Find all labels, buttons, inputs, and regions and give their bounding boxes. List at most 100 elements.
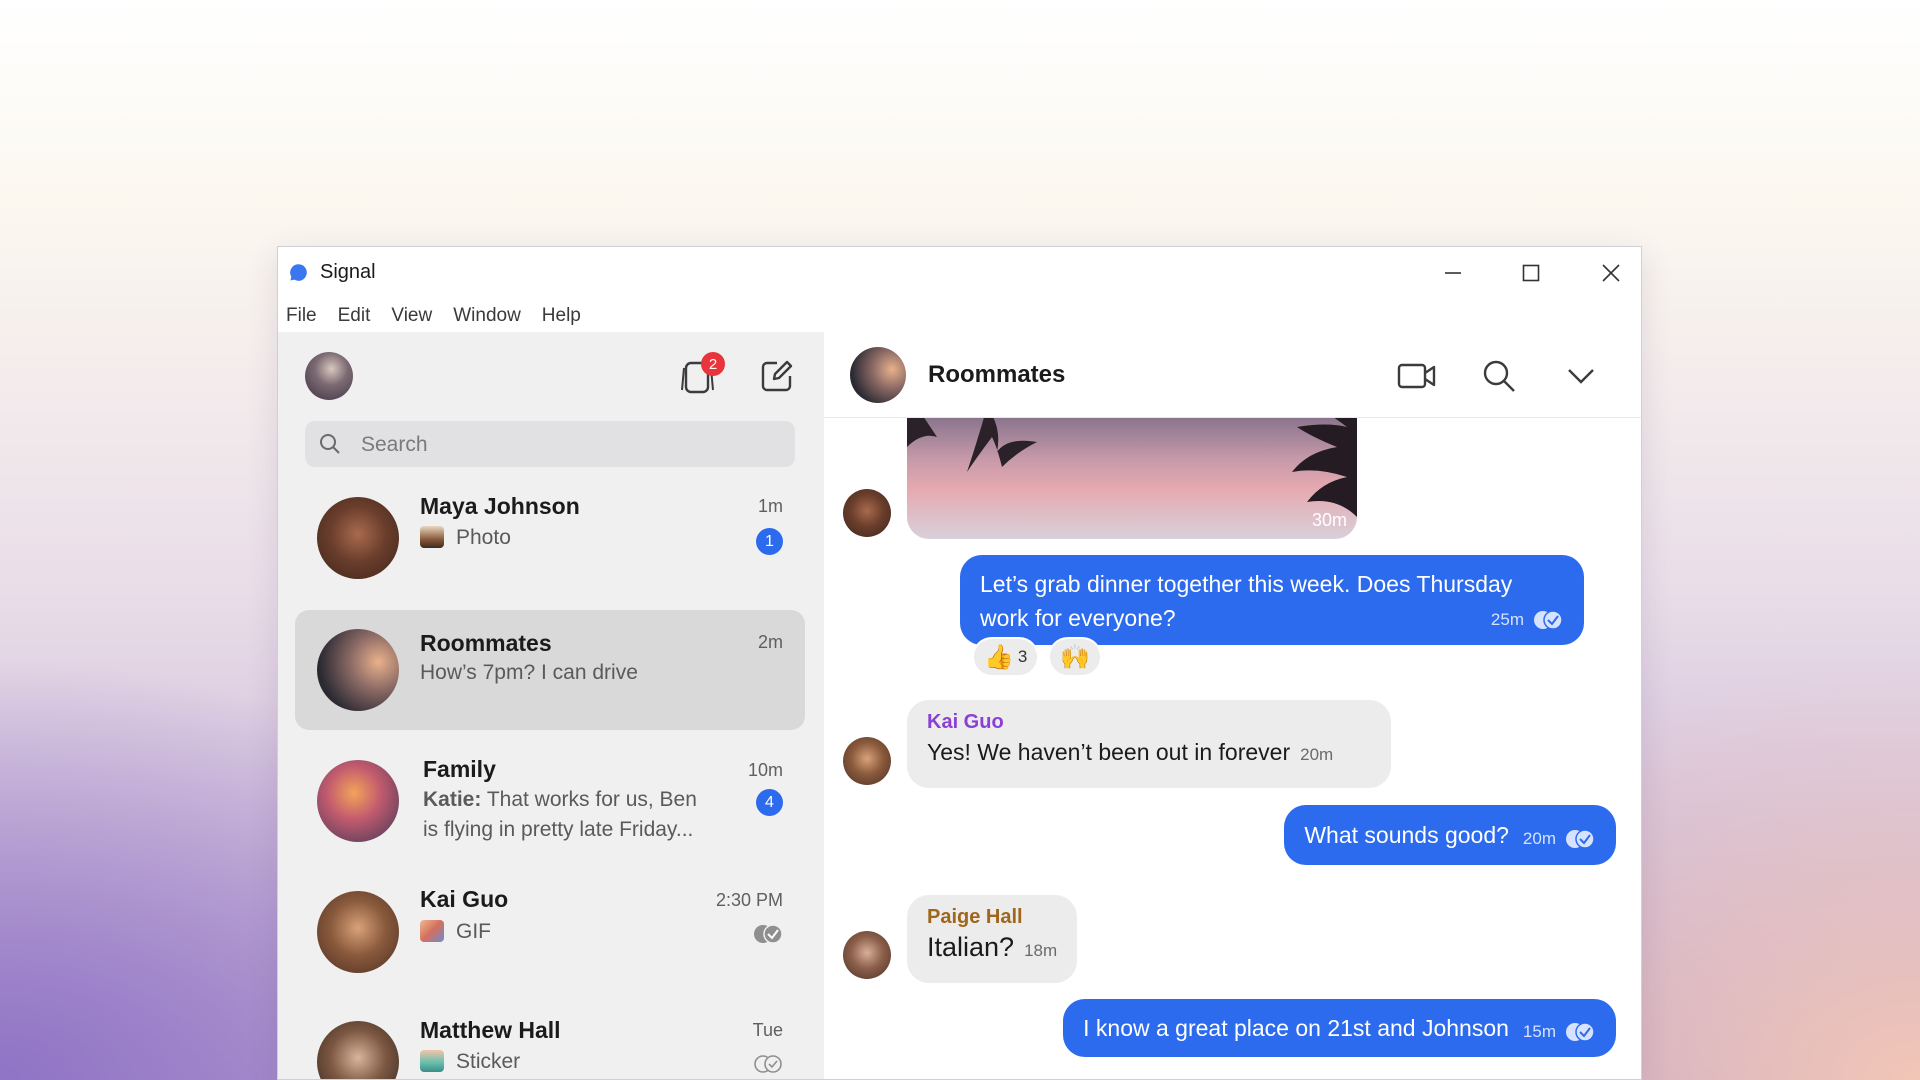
minimize-button[interactable] <box>1425 253 1481 293</box>
unread-badge: 1 <box>756 528 783 555</box>
maximize-icon <box>1522 264 1540 282</box>
search-input[interactable] <box>359 421 783 469</box>
conversation-preview: Katie: That works for us, Ben is flying … <box>423 785 697 845</box>
preview-text-line2: is flying in pretty late Friday... <box>423 818 694 841</box>
thumbs-up-icon: 👍 <box>984 643 1014 671</box>
outgoing-message[interactable]: Let’s grab dinner together this week. Do… <box>960 555 1584 645</box>
conversation-time: 2m <box>757 632 783 652</box>
conversation-preview: Sticker <box>420 1047 520 1077</box>
message-time: 30m <box>1311 510 1347 530</box>
avatar <box>317 497 399 579</box>
avatar <box>317 1021 399 1079</box>
menu-window[interactable]: Window <box>453 305 521 327</box>
chat-options-button[interactable] <box>1555 350 1607 402</box>
delivered-receipt-icon <box>754 1055 782 1073</box>
menu-view[interactable]: View <box>391 305 432 327</box>
chevron-down-icon <box>1568 369 1594 384</box>
conversation-name: Maya Johnson <box>420 493 580 519</box>
menu-help[interactable]: Help <box>542 305 581 327</box>
avatar <box>317 760 399 842</box>
read-receipt-icon <box>1566 1022 1595 1042</box>
message-sender: Paige Hall <box>927 906 1023 928</box>
message-time: 25m <box>1490 610 1524 629</box>
message-list: 30m Let’s grab dinner together this week… <box>824 407 1641 1079</box>
gif-thumbnail <box>420 920 444 942</box>
conversation-time: 10m <box>747 760 783 780</box>
message-time: 20m <box>1522 829 1556 848</box>
incoming-message[interactable]: Kai Guo Yes! We haven’t been out in fore… <box>907 700 1391 788</box>
conversation-name: Kai Guo <box>420 886 509 912</box>
preview-text: Sticker <box>456 1050 521 1073</box>
title-bar: Signal <box>278 247 1641 297</box>
sticker-thumbnail <box>420 1050 444 1072</box>
menu-file[interactable]: File <box>286 305 317 327</box>
chat-avatar[interactable] <box>850 347 906 403</box>
close-button[interactable] <box>1583 253 1639 293</box>
stories-badge: 2 <box>701 352 725 376</box>
preview-text: Photo <box>456 526 511 549</box>
conversation-name: Matthew Hall <box>420 1017 561 1043</box>
reaction-raised-hands[interactable]: 🙌 <box>1048 637 1102 677</box>
raised-hands-icon: 🙌 <box>1060 643 1090 671</box>
maximize-button[interactable] <box>1503 253 1559 293</box>
avatar <box>317 891 399 973</box>
reaction-thumbs-up[interactable]: 👍 3 <box>972 637 1040 677</box>
search-box <box>305 421 795 469</box>
palm-photo <box>907 407 1357 517</box>
message-time: 15m <box>1522 1022 1556 1041</box>
video-camera-icon <box>1397 363 1436 389</box>
incoming-message[interactable]: Paige Hall Italian? 18m <box>907 895 1078 983</box>
conversation-time: 1m <box>757 496 783 516</box>
search-in-chat-button[interactable] <box>1473 350 1525 402</box>
video-call-button[interactable] <box>1391 350 1443 402</box>
conversation-preview: GIF <box>420 917 491 947</box>
menu-edit[interactable]: Edit <box>338 305 371 327</box>
conversation-time: Tue <box>752 1020 783 1040</box>
conversation-name: Roommates <box>420 630 552 656</box>
stories-button[interactable]: 2 <box>674 352 725 400</box>
read-receipt-icon <box>1566 829 1595 849</box>
signal-window: Signal File Edit View Window Help 2 Sear… <box>277 246 1642 1080</box>
conversation-preview: Photo <box>420 523 511 553</box>
message-text: Yes! We haven’t been out in forever <box>927 739 1291 765</box>
outgoing-message[interactable]: I know a great place on 21st and Johnson… <box>1063 999 1616 1057</box>
compose-button[interactable] <box>753 352 801 400</box>
conversation-item-roommates[interactable]: Roommates 2m How’s 7pm? I can drive <box>295 610 805 730</box>
minimize-icon <box>1445 272 1461 274</box>
conversation-time: 2:30 PM <box>715 890 783 910</box>
preview-sender: Katie: <box>423 788 482 811</box>
chat-pane: Roommates 30m Let’s grab dinner together… <box>824 332 1641 1079</box>
conversation-name: Family <box>423 756 496 782</box>
search-icon <box>1483 360 1515 392</box>
sender-avatar <box>843 489 891 537</box>
chat-title[interactable]: Roommates <box>928 361 1065 389</box>
message-meta: 25m <box>1481 603 1564 637</box>
compose-icon <box>761 360 793 392</box>
read-receipt-icon <box>754 924 783 944</box>
profile-avatar[interactable] <box>305 352 353 400</box>
signal-logo-icon <box>290 264 307 281</box>
message-time: 18m <box>1024 941 1058 960</box>
preview-text: That works for us, Ben <box>486 788 697 811</box>
message-text: Let’s grab dinner together this week. Do… <box>980 571 1513 631</box>
close-icon <box>1602 264 1620 282</box>
conversation-preview: How’s 7pm? I can drive <box>420 661 638 684</box>
image-message[interactable]: 30m <box>907 407 1357 539</box>
sender-avatar <box>843 737 891 785</box>
conversation-item-family[interactable]: Family 10m Katie: That works for us, Ben… <box>295 742 805 862</box>
conversation-item-matthew-hall[interactable]: Matthew Hall Tue Sticker <box>295 1002 805 1079</box>
photo-thumbnail <box>420 526 444 548</box>
outgoing-message[interactable]: What sounds good? 20m <box>1284 805 1616 865</box>
conversation-item-maya-johnson[interactable]: Maya Johnson 1m Photo 1 <box>295 478 805 598</box>
search-icon <box>320 434 340 454</box>
reaction-count: 3 <box>1017 647 1028 666</box>
conversation-item-kai-guo[interactable]: Kai Guo 2:30 PM GIF <box>295 872 805 992</box>
message-sender: Kai Guo <box>927 711 1004 733</box>
window-title: Signal <box>320 261 376 283</box>
menu-bar: File Edit View Window Help <box>278 297 602 335</box>
avatar <box>317 629 399 711</box>
unread-badge: 4 <box>756 789 783 816</box>
message-text: I know a great place on 21st and Johnson <box>1083 1015 1509 1041</box>
read-receipt-icon <box>1534 610 1563 630</box>
sender-avatar <box>843 931 891 979</box>
